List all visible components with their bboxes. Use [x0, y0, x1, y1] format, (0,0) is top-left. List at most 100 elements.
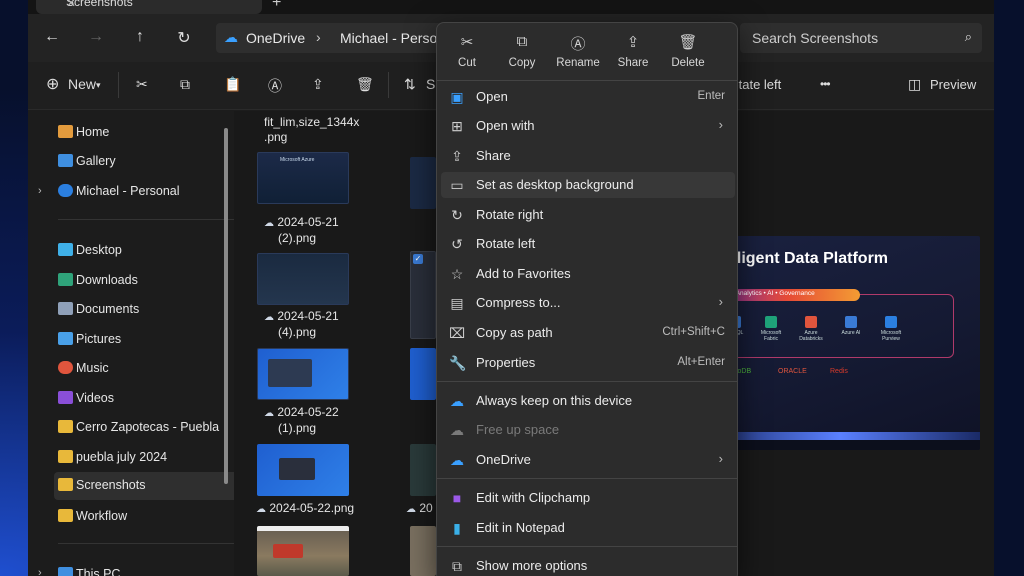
file-thumbnail[interactable] — [257, 253, 349, 305]
chevron-down-icon[interactable]: ▾ — [96, 80, 101, 91]
forward-arrow-icon[interactable]: → — [86, 28, 106, 46]
onedrive-cloud-icon: ☁ — [224, 29, 238, 45]
file-thumbnail[interactable] — [257, 526, 349, 576]
tab-screenshots[interactable]: Screenshots ✕ — [36, 0, 262, 14]
menu-item-compress[interactable]: ▤ Compress to... › — [441, 290, 735, 316]
cut-icon[interactable]: ✂ — [136, 76, 148, 93]
action-label: Cut — [458, 57, 476, 69]
cloud-status-icon: ☁ — [406, 504, 416, 515]
refresh-icon[interactable]: ↻ — [174, 28, 194, 48]
thumbnail-object — [273, 544, 303, 558]
menu-item-show-more-options[interactable]: ⧉ Show more options — [441, 553, 735, 576]
sidebar-item-cerro-zapotecas[interactable]: Cerro Zapotecas - Puebla — [58, 414, 246, 442]
rename-icon: Ⓐ — [570, 36, 586, 53]
file-name[interactable]: ☁ 2024-05-22 (1).png — [264, 405, 344, 436]
file-thumbnail[interactable]: Microsoft Azure — [257, 152, 349, 204]
menu-item-rotate-left[interactable]: ↺ Rotate left — [441, 231, 735, 257]
onedrive-cloud-icon — [58, 184, 73, 197]
menu-item-free-up-space[interactable]: ☁ Free up space — [441, 417, 735, 443]
menu-item-label: Add to Favorites — [476, 266, 571, 281]
preview-pane-icon[interactable]: ◫ — [908, 76, 921, 93]
close-tab-icon[interactable]: ✕ — [66, 0, 252, 10]
menu-item-rotate-right[interactable]: ↻ Rotate right — [441, 202, 735, 228]
copy-action[interactable]: ⧉ Copy — [494, 33, 550, 69]
delete-icon[interactable]: 🗑 — [356, 76, 374, 93]
file-thumbnail[interactable] — [257, 348, 349, 400]
share-action[interactable]: ⇪ Share — [605, 33, 661, 69]
search-icon[interactable]: ⌕ — [965, 29, 972, 45]
breadcrumb-onedrive[interactable]: OneDrive — [246, 30, 305, 46]
menu-item-add-to-favorites[interactable]: ☆ Add to Favorites — [441, 261, 735, 287]
menu-item-label: Edit in Notepad — [476, 520, 565, 535]
sidebar-item-label: Michael - Personal — [76, 184, 180, 198]
sidebar-item-onedrive[interactable]: Michael - Personal — [58, 178, 246, 206]
sidebar-item-workflow[interactable]: Workflow — [58, 503, 246, 531]
new-button[interactable]: New — [68, 76, 96, 92]
sidebar-item-documents[interactable]: Documents 📌 — [58, 296, 246, 324]
new-tab-button[interactable]: + — [272, 0, 281, 12]
checkbox-checked-icon[interactable]: ✓ — [413, 254, 423, 264]
sidebar-divider — [58, 219, 238, 220]
breadcrumb-separator[interactable]: › — [316, 29, 321, 45]
sort-button[interactable]: S — [426, 76, 435, 92]
sidebar-item-label: Screenshots — [76, 478, 146, 492]
sort-icon[interactable]: ⇅ — [404, 76, 416, 93]
sidebar-scrollbar[interactable] — [224, 128, 228, 484]
sidebar-item-music[interactable]: Music 📌 — [58, 355, 246, 383]
sidebar-item-screenshots[interactable]: Screenshots — [54, 472, 246, 500]
sidebar-item-puebla-july[interactable]: puebla july 2024 — [58, 444, 246, 472]
sidebar-item-desktop[interactable]: Desktop 📌 — [58, 237, 246, 265]
preview-pane: Intelligent Data Platform • Analytics • … — [700, 236, 980, 450]
sidebar-item-pictures[interactable]: Pictures 📌 — [58, 326, 246, 354]
menu-item-always-keep[interactable]: ☁ Always keep on this device — [441, 388, 735, 414]
share-icon[interactable]: ⇪ — [312, 76, 324, 93]
sidebar-item-this-pc[interactable]: This PC — [58, 561, 246, 576]
chevron-right-icon[interactable]: › — [38, 185, 42, 197]
sidebar-item-videos[interactable]: Videos 📌 — [58, 385, 246, 413]
file-name[interactable]: ☁ 2024-05-21 (4).png — [264, 309, 344, 340]
file-thumbnail[interactable] — [410, 526, 436, 576]
menu-item-open-with[interactable]: ⊞ Open with › — [441, 113, 735, 139]
cut-action[interactable]: ✂ Cut — [439, 33, 495, 69]
menu-item-set-desktop-background[interactable]: ▭ Set as desktop background — [441, 172, 735, 198]
more-options-icon[interactable]: ••• — [820, 77, 831, 91]
menu-item-edit-clipchamp[interactable]: ■ Edit with Clipchamp — [441, 485, 735, 511]
menu-item-share[interactable]: ⇪ Share — [441, 143, 735, 169]
menu-item-properties[interactable]: 🔧 Properties Alt+Enter — [441, 350, 735, 376]
back-arrow-icon[interactable]: ← — [42, 28, 62, 46]
chevron-right-icon[interactable]: › — [38, 567, 42, 576]
sidebar-item-gallery[interactable]: Gallery — [58, 148, 246, 176]
file-name[interactable]: ☁ 2024-05-22.png — [256, 501, 366, 517]
delete-action[interactable]: 🗑 Delete — [660, 33, 716, 69]
file-name[interactable]: fit_lim,size_1344x .png — [264, 115, 359, 145]
paste-icon[interactable]: 📋 — [224, 76, 241, 93]
file-thumbnail-selected[interactable]: ✓ — [410, 251, 436, 339]
menu-item-copy-as-path[interactable]: ⌧ Copy as path Ctrl+Shift+C — [441, 320, 735, 346]
up-arrow-icon[interactable]: ↑ — [130, 28, 150, 46]
file-name[interactable]: ☁ 2024-05-21 (2).png — [264, 215, 344, 246]
menu-item-open[interactable]: ▣ Open Enter — [441, 84, 735, 110]
menu-item-edit-notepad[interactable]: ▮ Edit in Notepad — [441, 515, 735, 541]
file-thumbnail[interactable] — [410, 444, 436, 496]
menu-item-label: Edit with Clipchamp — [476, 490, 591, 505]
sidebar-item-home[interactable]: Home — [58, 119, 246, 147]
copy-icon[interactable]: ⧉ — [180, 76, 190, 93]
sidebar-item-downloads[interactable]: Downloads 📌 — [58, 267, 246, 295]
rename-action[interactable]: Ⓐ Rename — [550, 33, 606, 69]
file-thumbnail[interactable] — [410, 348, 436, 400]
plus-icon[interactable]: ⊕ — [46, 74, 59, 94]
file-name[interactable]: ☁ 20 — [406, 501, 436, 517]
address-bar[interactable]: ☁ OneDrive › Michael - Person — [216, 23, 466, 53]
notepad-icon: ▮ — [453, 520, 461, 536]
file-thumbnail[interactable] — [410, 157, 436, 209]
file-thumbnail[interactable] — [257, 444, 349, 496]
logo-oracle: ORACLE — [778, 368, 807, 375]
breadcrumb-current[interactable]: Michael - Person — [340, 30, 445, 46]
menu-separator — [437, 546, 737, 547]
preview-button[interactable]: Preview — [930, 77, 976, 92]
rename-icon[interactable]: Ⓐ — [268, 76, 282, 96]
search-box[interactable]: Search Screenshots ⌕ — [740, 23, 982, 53]
rotate-left-icon: ↺ — [451, 236, 463, 252]
menu-item-onedrive[interactable]: ☁ OneDrive › — [441, 447, 735, 473]
sidebar-item-label: Videos — [76, 391, 114, 405]
